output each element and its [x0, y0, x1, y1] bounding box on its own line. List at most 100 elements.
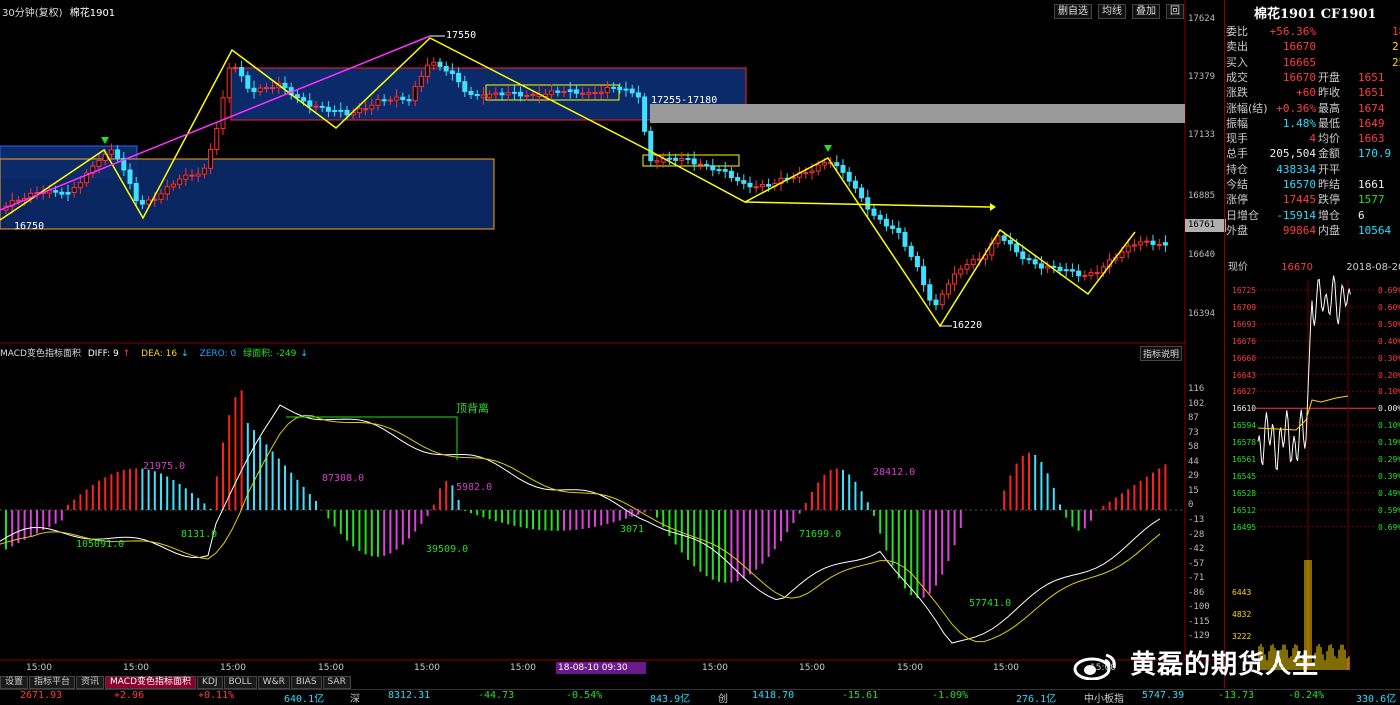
quote-value: +0.36% — [1276, 101, 1316, 115]
candle-body — [716, 169, 722, 172]
tab-bias[interactable]: BIAS — [290, 676, 322, 689]
tab-news[interactable]: 资讯 — [76, 676, 105, 689]
tab-wr[interactable]: W&R — [257, 676, 290, 689]
symbol-label: 棉花1901 — [69, 8, 116, 19]
candle-body — [369, 104, 375, 110]
intraday-pct-tick: 0.30% — [1378, 353, 1400, 363]
candle-body — [412, 86, 418, 102]
quote-label: 昨结 — [1318, 178, 1340, 191]
cy-change: -15.61 — [842, 690, 879, 701]
candle-body — [1144, 240, 1150, 243]
quote-value: 1.48% — [1282, 116, 1316, 130]
cy-percent: -1.09% — [932, 690, 969, 701]
intraday-pct-tick: 0.69% — [1378, 522, 1400, 532]
tab-boll[interactable]: BOLL — [223, 676, 257, 689]
tab-macd-area[interactable]: MACD变色指标面积 — [105, 676, 197, 689]
sh-change: +2.96 — [114, 690, 145, 701]
price-tick: 17133 — [1188, 130, 1216, 140]
remove-favorite-button[interactable]: 删自选 — [1054, 4, 1092, 19]
candle-body — [753, 186, 759, 189]
candle-body — [400, 96, 406, 101]
tab-settings[interactable]: 设置 — [0, 676, 29, 689]
time-tick: 15:00 — [318, 663, 344, 673]
tab-kdj[interactable]: KDJ — [197, 676, 223, 689]
candle-body — [332, 110, 338, 113]
quote-row: 今结 16570 昨结 1661 — [1226, 177, 1400, 192]
candle-body — [1020, 251, 1026, 260]
quote-label: 内盘 — [1318, 223, 1340, 237]
candle-body — [598, 91, 604, 94]
candle-body — [282, 82, 288, 89]
quote-value: 17445 — [1282, 193, 1316, 207]
candle-body — [263, 87, 269, 90]
zero-value: ZERO: 0 — [199, 349, 237, 359]
time-tick: 15:00 — [414, 663, 440, 673]
zx-label: 中小板指 — [1084, 694, 1124, 705]
quote-row: 买入 16665 25 — [1226, 55, 1400, 70]
sh-index: 2671.93 — [20, 690, 63, 701]
candle-body — [518, 91, 524, 97]
quote-value: 1651 — [1358, 70, 1385, 84]
price-tick: 16640 — [1188, 250, 1216, 260]
overlay-button[interactable]: 叠加 — [1132, 4, 1160, 19]
moving-average-button[interactable]: 均线 — [1098, 4, 1126, 19]
candle-body — [840, 165, 846, 173]
intraday-pct-tick: 0.39% — [1378, 471, 1400, 481]
quote-label: 振幅 — [1226, 116, 1248, 130]
candle-body — [958, 268, 964, 275]
macd-area-value: 28412.0 — [873, 467, 916, 478]
quote-value: 205,504 — [1269, 147, 1316, 161]
macd-area-value: 105091.0 — [76, 539, 125, 550]
candle-body — [1119, 251, 1125, 259]
candle-body — [846, 171, 852, 182]
divergence-label: 顶背离 — [456, 402, 489, 415]
kline-chart[interactable] — [0, 0, 1224, 688]
sz-label: 深 — [350, 694, 360, 705]
quote-title: 棉花1901 CF1901 — [1254, 7, 1377, 22]
candle-body — [995, 235, 1001, 244]
quote-row: 涨跌 +60 昨收 1651 — [1226, 85, 1400, 100]
quote-value: 438334 — [1276, 162, 1316, 176]
quote-value: 1661 — [1358, 178, 1385, 191]
candle-body — [883, 218, 889, 227]
back-button[interactable]: 回 — [1166, 4, 1184, 19]
macd-area-value: 57741.0 — [969, 598, 1012, 609]
diff-value: DIFF: 9 ↑ — [87, 349, 131, 359]
candle-body — [933, 299, 939, 306]
candle-body — [1125, 245, 1131, 253]
candle-body — [183, 174, 189, 180]
candle-body — [1026, 258, 1032, 261]
quote-value: 4 — [1309, 132, 1316, 146]
candle-body — [809, 170, 815, 174]
candle-body — [679, 157, 685, 161]
candle-body — [945, 283, 951, 295]
candle-body — [865, 197, 871, 210]
intraday-price-tick: 16725 — [1232, 286, 1257, 295]
candle-body — [834, 162, 840, 167]
intraday-price-tick: 16512 — [1232, 505, 1257, 515]
macd-axis-tick: -13 — [1188, 514, 1205, 525]
period-label[interactable]: 30分钟(复权) — [2, 8, 63, 19]
zx-change: -13.73 — [1218, 690, 1255, 701]
macd-area-value: 8131.0 — [181, 529, 218, 540]
quote-label: 跌停 — [1318, 193, 1340, 207]
candle-body — [158, 193, 164, 200]
quote-value: 16670 — [1282, 40, 1316, 54]
candle-body — [307, 100, 313, 107]
cy-amount: 276.1亿 — [1016, 694, 1057, 705]
tab-sar[interactable]: SAR — [322, 676, 351, 689]
tab-indicator-platform[interactable]: 指标平台 — [29, 676, 76, 689]
indicator-explain-button[interactable]: 指标说明 — [1140, 346, 1183, 361]
quote-value: 18 — [1392, 25, 1400, 38]
candle-body — [704, 164, 710, 167]
candle-body — [815, 164, 821, 172]
candle-body — [1162, 242, 1168, 246]
macd-name: MACD变色指标面积 — [0, 349, 81, 359]
candle-body — [629, 88, 635, 94]
candle-body — [852, 180, 858, 189]
candle-body — [338, 109, 344, 112]
candle-body — [1069, 269, 1075, 272]
candle-body — [722, 169, 728, 172]
candle-body — [654, 160, 660, 163]
quote-value: 1651 — [1358, 86, 1385, 100]
